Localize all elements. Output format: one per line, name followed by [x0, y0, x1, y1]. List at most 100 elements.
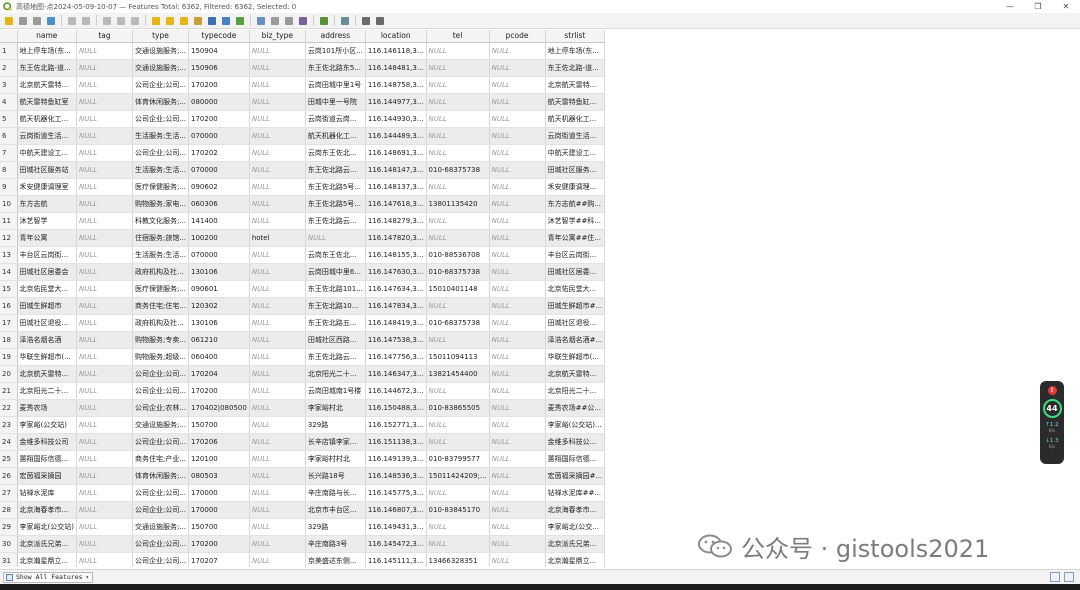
cell-biz_type[interactable]: NULL	[249, 110, 306, 128]
cell-type[interactable]: 交通设施服务;...	[132, 518, 190, 536]
cell-tag[interactable]: NULL	[76, 467, 133, 485]
cell-name[interactable]: 地上停车场(东...	[17, 42, 77, 60]
cell-address[interactable]: 东王佐北路云...	[305, 348, 366, 366]
cell-typecode[interactable]: 170204	[188, 365, 250, 383]
cell-name[interactable]: 云岗街道生活...	[17, 127, 77, 145]
cell-pcode[interactable]: NULL	[489, 501, 546, 519]
cell-location[interactable]: 116.148758,3...	[365, 76, 427, 94]
cell-biz_type[interactable]: NULL	[249, 467, 306, 485]
cell-strlist[interactable]: 田城社区退役...	[545, 314, 606, 332]
cell-tel[interactable]: NULL	[426, 535, 490, 553]
cell-address[interactable]: 云岗田城中里1号	[305, 76, 366, 94]
cell-type[interactable]: 公司企业;公司...	[132, 501, 190, 519]
row-number[interactable]: 17	[0, 314, 18, 332]
row-number[interactable]: 5	[0, 110, 18, 128]
table-row[interactable]: 21 北京阳光二十... NULL 公司企业;公司... 170200 NULL 云岗田城南…	[0, 382, 606, 400]
cell-tel[interactable]: 13821454400	[426, 365, 490, 383]
row-number[interactable]: 25	[0, 450, 18, 468]
cell-tel[interactable]: 13466328351	[426, 552, 490, 567]
row-number[interactable]: 14	[0, 263, 18, 281]
cell-address[interactable]: 东王佐北路东5...	[305, 59, 366, 77]
cell-biz_type[interactable]: NULL	[249, 42, 306, 60]
table-corner[interactable]	[0, 30, 18, 43]
cell-typecode[interactable]: 150904	[188, 42, 250, 60]
cell-pcode[interactable]: NULL	[489, 331, 546, 349]
cell-biz_type[interactable]: NULL	[249, 127, 306, 145]
row-number[interactable]: 30	[0, 535, 18, 553]
cell-biz_type[interactable]: NULL	[249, 212, 306, 230]
cell-location[interactable]: 116.145775,3...	[365, 484, 427, 502]
cell-tel[interactable]: NULL	[426, 331, 490, 349]
row-number[interactable]: 20	[0, 365, 18, 383]
cell-tel[interactable]: NULL	[426, 229, 490, 247]
cell-typecode[interactable]: 150906	[188, 59, 250, 77]
cell-address[interactable]: 329路	[305, 416, 366, 434]
cell-location[interactable]: 116.149431,3...	[365, 518, 427, 536]
cell-typecode[interactable]: 170202	[188, 144, 250, 162]
cell-biz_type[interactable]: NULL	[249, 161, 306, 179]
cell-tag[interactable]: NULL	[76, 518, 133, 536]
row-number[interactable]: 31	[0, 552, 18, 567]
cell-name[interactable]: 田城社区服务站	[17, 161, 77, 179]
cell-location[interactable]: 116.149139,3...	[365, 450, 427, 468]
cell-location[interactable]: 116.144930,3...	[365, 110, 427, 128]
row-number[interactable]: 9	[0, 178, 18, 196]
cell-location[interactable]: 116.148536,3...	[365, 467, 427, 485]
cell-typecode[interactable]: 170200	[188, 110, 250, 128]
column-header-typecode[interactable]: typecode	[188, 30, 250, 43]
table-row[interactable]: 23 李家峪(公交站) NULL 交通设施服务;... 150700 NULL 329路 11…	[0, 416, 606, 434]
table-row[interactable]: 27 钻禅水泥库 NULL 公司企业;公司... 170000 NULL 辛庄南路与长...…	[0, 484, 606, 502]
cell-pcode[interactable]: NULL	[489, 263, 546, 281]
cell-type[interactable]: 生活服务;生活...	[132, 161, 190, 179]
cell-address[interactable]: 北京市丰台区...	[305, 501, 366, 519]
close-button[interactable]: ✕	[1052, 0, 1080, 13]
cell-tag[interactable]: NULL	[76, 297, 133, 315]
save-edits-icon[interactable]	[31, 15, 42, 26]
cell-strlist[interactable]: 李家峪(公交站)...	[545, 416, 606, 434]
table-row[interactable]: 31 北京瀚星鼎立... NULL 公司企业;公司... 170207 NULL 京美盛达东…	[0, 552, 606, 567]
cell-tel[interactable]: 13801135420	[426, 195, 490, 213]
cell-pcode[interactable]: NULL	[489, 314, 546, 332]
cell-location[interactable]: 116.152771,3...	[365, 416, 427, 434]
table-row[interactable]: 1 地上停车场(东... NULL 交通设施服务;... 150904 NULL 云岗101…	[0, 42, 606, 60]
cell-tag[interactable]: NULL	[76, 433, 133, 451]
cell-tag[interactable]: NULL	[76, 484, 133, 502]
cell-name[interactable]: 李家峪(公交站)	[17, 416, 77, 434]
table-row[interactable]: 29 李家峪北(公交站) NULL 交通设施服务;... 150700 NULL 329路 1…	[0, 518, 606, 536]
row-number[interactable]: 27	[0, 484, 18, 502]
deselect-icon[interactable]	[192, 15, 203, 26]
cell-type[interactable]: 购物服务;家电...	[132, 195, 190, 213]
cell-location[interactable]: 116.147618,3...	[365, 195, 427, 213]
column-header-tag[interactable]: tag	[76, 30, 133, 43]
cell-strlist[interactable]: 北京派氏兄弟...	[545, 535, 606, 553]
cell-location[interactable]: 116.147834,3...	[365, 297, 427, 315]
cell-tel[interactable]: NULL	[426, 212, 490, 230]
cell-biz_type[interactable]: NULL	[249, 416, 306, 434]
cell-biz_type[interactable]: NULL	[249, 552, 306, 567]
cell-biz_type[interactable]: hotel	[249, 229, 306, 247]
row-number[interactable]: 2	[0, 59, 18, 77]
cell-type[interactable]: 科教文化服务;...	[132, 212, 190, 230]
cell-location[interactable]: 116.146807,3...	[365, 501, 427, 519]
column-header-strlist[interactable]: strlist	[545, 30, 606, 43]
cell-biz_type[interactable]: NULL	[249, 76, 306, 94]
cell-type[interactable]: 商务住宅;住宅...	[132, 297, 190, 315]
show-features-dropdown[interactable]: Show All Features ▾	[3, 571, 94, 583]
table-row[interactable]: 26 宏茵福采摘园 NULL 体育休闲服务;... 080503 NULL 长兴路18号 11…	[0, 467, 606, 485]
cell-location[interactable]: 116.144489,3...	[365, 127, 427, 145]
cell-typecode[interactable]: 120100	[188, 450, 250, 468]
cell-typecode[interactable]: 170200	[188, 382, 250, 400]
cell-pcode[interactable]: NULL	[489, 144, 546, 162]
cell-typecode[interactable]: 130106	[188, 263, 250, 281]
cell-type[interactable]: 政府机构及社...	[132, 314, 190, 332]
cell-type[interactable]: 公司企业;公司...	[132, 382, 190, 400]
cell-location[interactable]: 116.148279,3...	[365, 212, 427, 230]
cell-name[interactable]: 李家峪北(公交站)	[17, 518, 77, 536]
cell-strlist[interactable]: 北京瀚星鼎立...	[545, 552, 606, 567]
cell-name[interactable]: 田城社区居委会	[17, 263, 77, 281]
cell-tag[interactable]: NULL	[76, 178, 133, 196]
cell-typecode[interactable]: 060400	[188, 348, 250, 366]
cell-name[interactable]: 东方志航	[17, 195, 77, 213]
cell-tel[interactable]: NULL	[426, 93, 490, 111]
cell-typecode[interactable]: 080503	[188, 467, 250, 485]
